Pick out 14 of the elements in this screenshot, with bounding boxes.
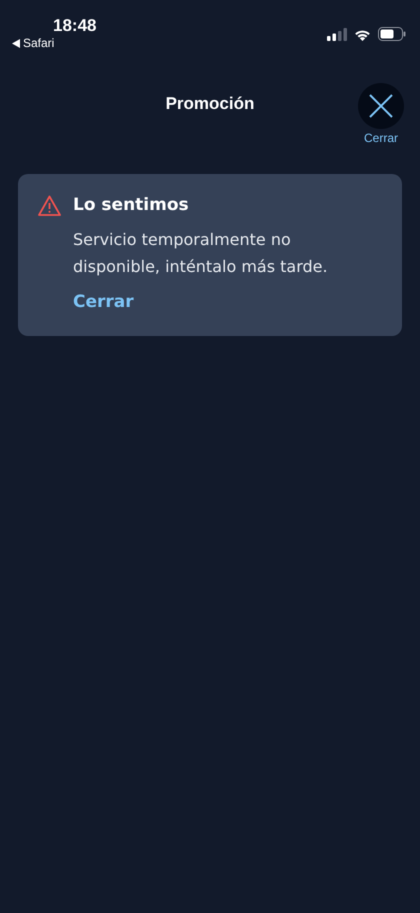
battery-icon (378, 27, 406, 41)
signal-icon (327, 28, 347, 40)
status-time: 18:48 (53, 16, 96, 36)
warning-icon (38, 195, 61, 216)
close-icon (369, 94, 393, 118)
back-link[interactable]: Safari (23, 36, 54, 50)
alert-title: Lo sentimos (73, 194, 190, 217)
wifi-icon (354, 28, 371, 40)
close-button[interactable] (358, 83, 404, 129)
alert-message: Servicio temporalmente no disponible, inténtalo más tarde. (73, 229, 329, 278)
page-title: Promoción (166, 94, 254, 114)
close-label: Cerrar (364, 131, 398, 145)
close-link[interactable]: Cerrar (73, 290, 134, 314)
back-icon (12, 38, 20, 48)
